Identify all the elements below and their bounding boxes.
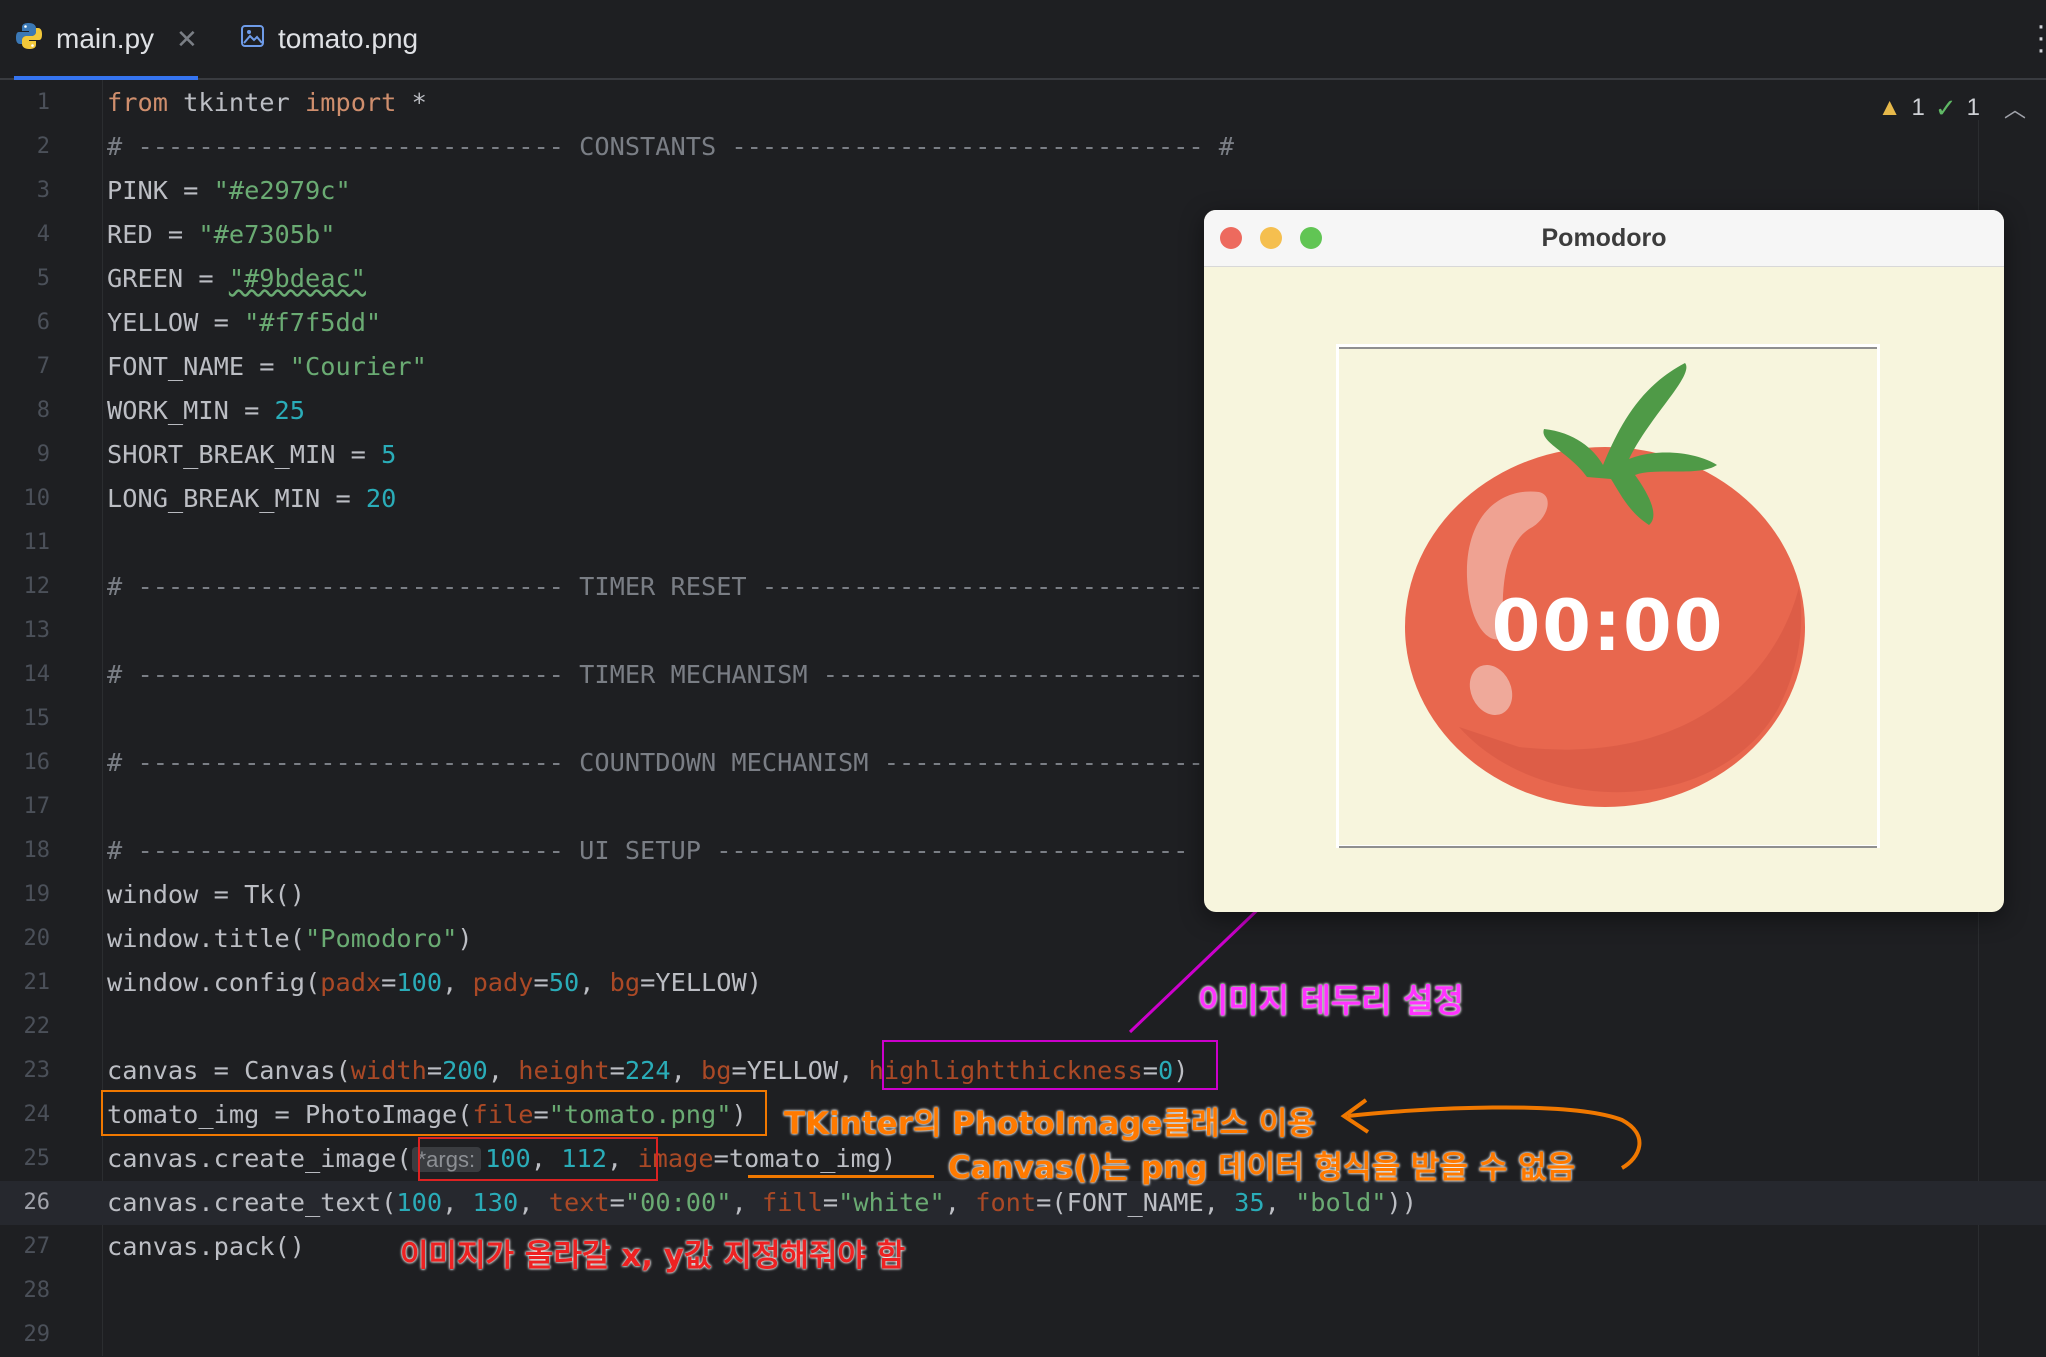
window-title: Pomodoro — [1541, 224, 1667, 252]
annotation-xy: 이미지가 올라갈 x, y값 지정해줘야 함 — [400, 1238, 906, 1274]
timer-text: 00:00 — [1491, 585, 1725, 667]
pomodoro-window[interactable]: Pomodoro 00:00 — [1204, 210, 2004, 912]
window-titlebar[interactable]: Pomodoro — [1204, 210, 2004, 267]
annotation-canvas-png: Canvas()는 png 데이터 형식을 받을 수 없음 — [948, 1150, 1576, 1186]
annotation-border-setting: 이미지 테두리 설정 — [1198, 981, 1464, 1020]
tk-canvas: 00:00 — [1336, 344, 1880, 848]
annotation-photoimage: TKinter의 PhotoImage클래스 이용 — [784, 1106, 1316, 1142]
